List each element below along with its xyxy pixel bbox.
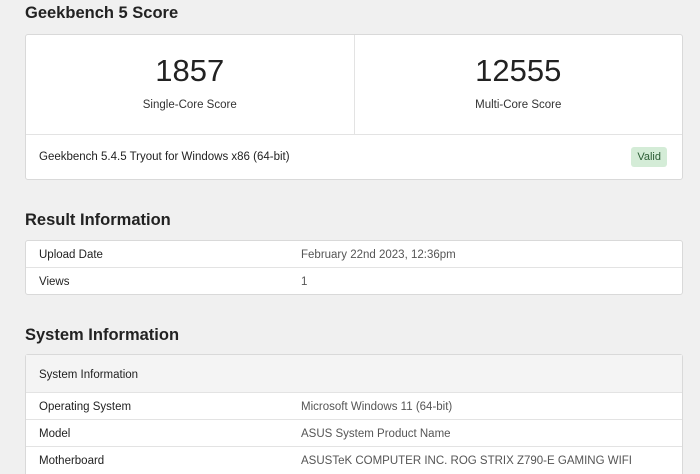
single-core-score-label: Single-Core Score [142, 99, 237, 111]
motherboard-value: ASUSTeK COMPUTER INC. ROG STRIX Z790-E G… [301, 455, 632, 467]
table-row: Views 1 [26, 268, 682, 294]
score-section-title: Geekbench 5 Score [25, 4, 179, 22]
single-core-score-cell: 1857 Single-Core Score [26, 35, 354, 134]
table-row: Operating System Microsoft Windows 11 (6… [26, 393, 682, 420]
views-value: 1 [301, 276, 308, 288]
benchmark-version: Geekbench 5.4.5 Tryout for Windows x86 (… [39, 151, 290, 163]
score-footer: Geekbench 5.4.5 Tryout for Windows x86 (… [26, 135, 682, 181]
system-info-header-label: System Information [39, 369, 139, 381]
operating-system-value: Microsoft Windows 11 (64-bit) [301, 401, 453, 413]
score-row: 1857 Single-Core Score 12555 Multi-Core … [26, 35, 682, 135]
multi-core-score-label: Multi-Core Score [475, 99, 562, 111]
system-info-table-header: System Information [26, 355, 682, 393]
table-row: Motherboard ASUSTeK COMPUTER INC. ROG ST… [26, 447, 682, 473]
motherboard-key: Motherboard [39, 455, 105, 467]
multi-core-score-value: 12555 [475, 53, 562, 88]
table-row: Model ASUS System Product Name [26, 420, 682, 447]
views-key: Views [39, 276, 70, 288]
result-info-card: Upload Date February 22nd 2023, 12:36pm … [25, 240, 683, 295]
operating-system-key: Operating System [39, 401, 132, 413]
upload-date-key: Upload Date [39, 249, 103, 261]
upload-date-value: February 22nd 2023, 12:36pm [301, 249, 456, 261]
result-info-section-title: Result Information [25, 211, 171, 229]
model-value: ASUS System Product Name [301, 428, 451, 440]
table-row: Upload Date February 22nd 2023, 12:36pm [26, 241, 682, 268]
score-card: 1857 Single-Core Score 12555 Multi-Core … [25, 34, 683, 180]
multi-core-score-cell: 12555 Multi-Core Score [353, 35, 683, 134]
system-info-card: System Information Operating System Micr… [25, 354, 683, 474]
single-core-score-value: 1857 [155, 53, 225, 88]
system-info-section-title: System Information [25, 326, 180, 344]
model-key: Model [39, 428, 71, 440]
valid-status-badge: Valid [631, 147, 667, 167]
